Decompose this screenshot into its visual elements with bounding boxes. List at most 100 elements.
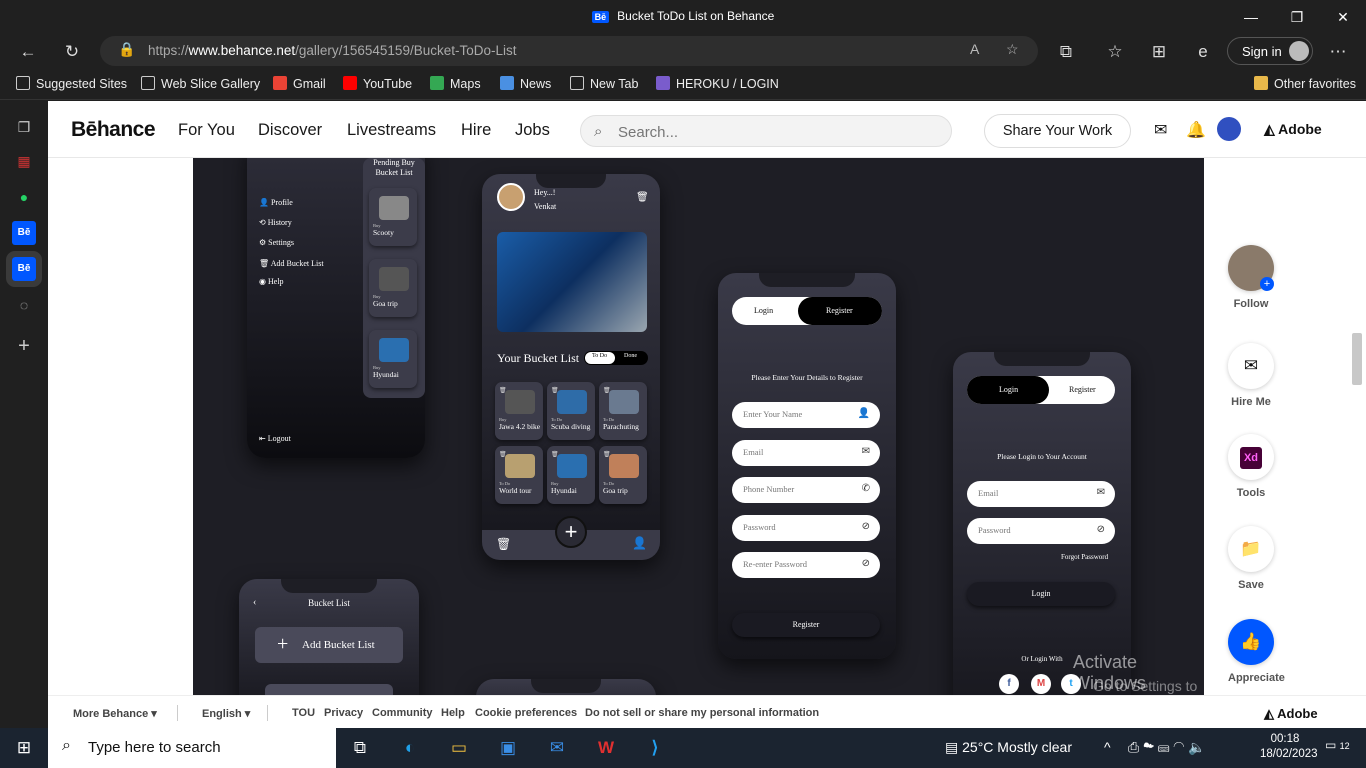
trash-icon: 🗑 bbox=[496, 537, 512, 551]
user-avatar[interactable] bbox=[1217, 117, 1241, 141]
nav-livestreams[interactable]: Livestreams bbox=[347, 121, 436, 140]
vscode-icon[interactable]: ⟩ bbox=[643, 736, 667, 760]
refresh-icon[interactable]: ↻ bbox=[58, 38, 86, 66]
mail-taskbar-icon[interactable]: ✉ bbox=[545, 736, 569, 760]
favorites-icon[interactable]: ☆ bbox=[1101, 38, 1129, 66]
thumbs-up-icon[interactable]: 👍 bbox=[1228, 619, 1274, 665]
mail-icon[interactable]: ✉ bbox=[1154, 120, 1167, 140]
wps-office-icon[interactable]: W bbox=[594, 736, 618, 760]
bucket-card: 🗑 Buy Hyundai bbox=[547, 446, 595, 504]
menu-add-bucket-list: 🗑 Add Bucket List bbox=[259, 259, 324, 268]
youtube-icon bbox=[343, 76, 357, 90]
taskbar-search-input[interactable]: ⌕ Type here to search bbox=[48, 728, 336, 768]
footer-link-help[interactable]: Help bbox=[441, 707, 465, 719]
share-your-work-button[interactable]: Share Your Work bbox=[984, 114, 1131, 148]
creator-avatar[interactable]: + bbox=[1228, 245, 1274, 291]
tools-action[interactable]: Xd Tools bbox=[1228, 434, 1274, 499]
tray-icons[interactable]: ⎙ ☁ ⌨ ◠ 🔈 bbox=[1128, 739, 1206, 756]
pending-card: Buy Hyundai bbox=[369, 330, 417, 388]
appreciate-action[interactable]: 👍 Appreciate bbox=[1228, 619, 1285, 684]
read-aloud-icon[interactable]: A bbox=[970, 41, 979, 57]
tab-icon[interactable]: ◌ bbox=[12, 293, 36, 317]
adobe-link[interactable]: ◭ Adobe bbox=[1264, 121, 1322, 138]
mockup-menu-screen: 👤 Profile ⟲ History ⚙ Settings 🗑 Add Buc… bbox=[247, 158, 425, 458]
language-dropdown[interactable]: English ▾ bbox=[202, 707, 250, 720]
pending-card: Buy Goa trip bbox=[369, 259, 417, 317]
collections-icon[interactable]: ⊞ bbox=[1145, 38, 1173, 66]
add-favorite-icon[interactable]: ☆ bbox=[1006, 41, 1019, 58]
register-submit: Register bbox=[732, 613, 880, 637]
store-icon[interactable]: ▣ bbox=[496, 736, 520, 760]
folder-icon bbox=[1254, 76, 1268, 90]
whatsapp-icon[interactable]: ● bbox=[12, 185, 36, 209]
tab-actions-icon[interactable]: ❐ bbox=[12, 115, 36, 139]
behance-footer: More Behance ▾ English ▾ TOU Privacy Com… bbox=[48, 695, 1366, 728]
chevron-up-icon[interactable]: ^ bbox=[1104, 739, 1111, 755]
mockup-register-screen: Login Register Please Enter Your Details… bbox=[718, 273, 896, 659]
more-behance-dropdown[interactable]: More Behance ▾ bbox=[73, 707, 157, 720]
weather-icon: ▤ bbox=[945, 739, 959, 755]
windows-start-icon[interactable]: ⊞ bbox=[12, 736, 36, 760]
menu-profile: 👤 Profile bbox=[259, 198, 293, 207]
nav-jobs[interactable]: Jobs bbox=[515, 121, 550, 140]
nav-hire[interactable]: Hire bbox=[461, 121, 491, 140]
task-view-icon[interactable]: ⧉ bbox=[348, 736, 372, 760]
bell-icon[interactable]: 🔔 bbox=[1186, 120, 1206, 140]
search-input[interactable]: ⌕ Search... bbox=[580, 115, 952, 147]
mail-icon[interactable]: ✉ bbox=[1228, 343, 1274, 389]
page-scrollbar-thumb[interactable] bbox=[1352, 333, 1362, 385]
file-explorer-icon[interactable]: ▭ bbox=[447, 736, 471, 760]
more-menu-icon[interactable]: ⋯ bbox=[1324, 38, 1352, 66]
clock[interactable]: 00:18 18/02/2023 bbox=[1260, 732, 1318, 762]
weather-widget[interactable]: ▤ 25°C Mostly clear bbox=[945, 739, 1072, 756]
fav-item-maps[interactable]: Maps bbox=[430, 76, 481, 91]
fav-item-heroku[interactable]: HEROKU / LOGIN bbox=[656, 76, 779, 91]
fav-item-web-slice-gallery[interactable]: Web Slice Gallery bbox=[141, 76, 260, 91]
behance-tab-icon[interactable]: Bē bbox=[12, 221, 36, 245]
close-button[interactable]: ✕ bbox=[1330, 6, 1356, 28]
sign-in-button[interactable]: Sign in bbox=[1227, 37, 1313, 65]
facebook-icon: f bbox=[999, 674, 1019, 694]
fav-item-suggested-sites[interactable]: Suggested Sites bbox=[16, 76, 127, 91]
behance-logo[interactable]: Bēhance bbox=[71, 118, 156, 142]
footer-link-community[interactable]: Community bbox=[372, 707, 433, 719]
follow-action[interactable]: + Follow bbox=[1228, 245, 1274, 310]
notifications-icon[interactable]: ▭ 12 bbox=[1325, 738, 1350, 752]
behance-active-tab-icon[interactable]: Bē bbox=[6, 251, 42, 287]
edge-icon[interactable]: e bbox=[1189, 38, 1217, 66]
maps-icon bbox=[430, 76, 444, 90]
bucket-card: 🗑 Buy Jawa 4.2 bike bbox=[495, 382, 543, 440]
adobe-xd-icon[interactable]: Xd bbox=[1228, 434, 1274, 480]
fav-item-new-tab[interactable]: New Tab bbox=[570, 76, 638, 91]
extensions-icon[interactable]: ⧉ bbox=[1052, 38, 1080, 66]
eye-off-icon: ⊘ bbox=[861, 558, 870, 569]
footer-link-tou[interactable]: TOU bbox=[292, 707, 315, 719]
search-icon: ⌕ bbox=[62, 737, 71, 754]
minimize-button[interactable]: — bbox=[1238, 6, 1264, 28]
tab-icon[interactable]: ▦ bbox=[12, 149, 36, 173]
back-icon[interactable]: ← bbox=[14, 38, 42, 66]
save-action[interactable]: 📁 Save bbox=[1228, 526, 1274, 591]
address-bar[interactable]: 🔒 https://www.behance.net/gallery/156545… bbox=[100, 36, 1038, 66]
nav-discover[interactable]: Discover bbox=[258, 121, 322, 140]
fav-item-news[interactable]: News bbox=[500, 76, 551, 91]
footer-adobe-link[interactable]: ◭ Adobe bbox=[1264, 706, 1318, 722]
footer-link-cookies[interactable]: Cookie preferences bbox=[475, 707, 577, 719]
edge-taskbar-icon[interactable]: ◐ bbox=[398, 736, 422, 760]
restore-button[interactable]: ❐ bbox=[1284, 6, 1310, 28]
new-tab-plus-icon[interactable]: + bbox=[12, 334, 36, 358]
bucket-card: 🗑 To Do Scuba diving bbox=[547, 382, 595, 440]
fav-item-youtube[interactable]: YouTube bbox=[343, 76, 412, 91]
profile-avatar-icon bbox=[1289, 41, 1309, 61]
menu-help: ◉ Help bbox=[259, 277, 284, 286]
other-favorites[interactable]: Other favorites bbox=[1254, 76, 1356, 91]
bucket-card: 🗑 To Do Parachuting bbox=[599, 382, 647, 440]
adobe-logo-icon: ◭ bbox=[1264, 121, 1275, 137]
fav-item-gmail[interactable]: Gmail bbox=[273, 76, 326, 91]
footer-link-do-not-sell[interactable]: Do not sell or share my personal informa… bbox=[585, 707, 819, 719]
window-title: Bē Bucket ToDo List on Behance bbox=[0, 9, 1366, 23]
hire-me-action[interactable]: ✉ Hire Me bbox=[1228, 343, 1274, 408]
nav-for-you[interactable]: For You bbox=[178, 121, 235, 140]
folder-icon[interactable]: 📁 bbox=[1228, 526, 1274, 572]
footer-link-privacy[interactable]: Privacy bbox=[324, 707, 363, 719]
